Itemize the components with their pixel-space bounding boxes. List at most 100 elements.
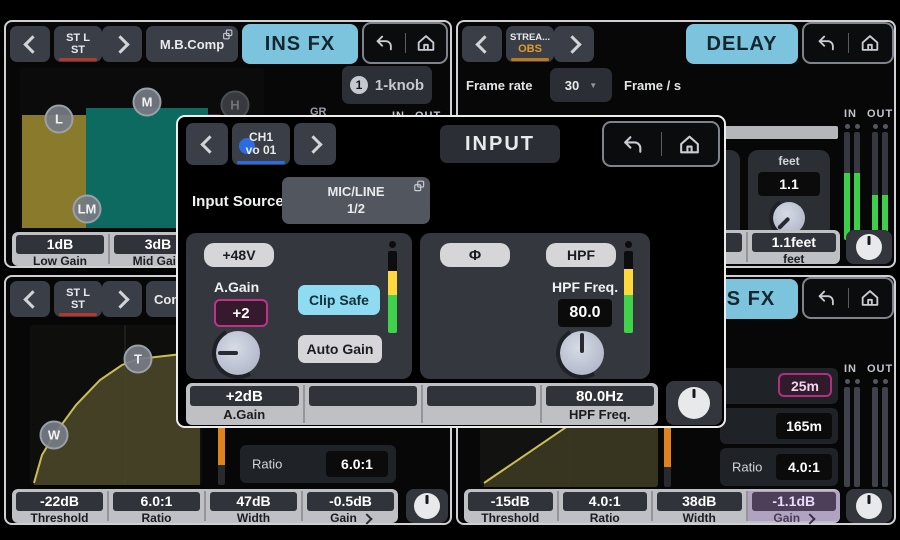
io-meter-labels: INOUT	[844, 108, 893, 120]
prev-channel-button[interactable]	[462, 26, 502, 62]
phantom-48v-button[interactable]: +48V	[204, 243, 274, 267]
prev-channel-button[interactable]	[10, 281, 50, 317]
ratio-value[interactable]: 6.0:1	[326, 451, 388, 477]
chevron-right-icon	[361, 513, 372, 524]
footer-cell-feet[interactable]: 1.1feetfeet	[748, 232, 841, 262]
home-icon	[415, 32, 437, 54]
touch-and-turn-knob-button[interactable]	[406, 489, 448, 523]
chevron-right-icon	[304, 135, 322, 153]
back-button[interactable]	[604, 123, 661, 165]
knob-icon	[414, 493, 440, 519]
again-value[interactable]: +2	[214, 299, 268, 327]
frame-rate-dropdown[interactable]: 30 ▼	[550, 68, 612, 102]
hpf-button[interactable]: HPF	[546, 243, 616, 267]
tab-delay[interactable]: DELAY	[686, 24, 798, 64]
phase-button[interactable]: Φ	[440, 243, 510, 267]
footer-cell-hpf-freq[interactable]: 80.0HzHPF Freq.	[542, 385, 659, 423]
prev-channel-button[interactable]	[10, 26, 50, 62]
back-button[interactable]	[364, 24, 405, 62]
frame-rate-unit: Frame / s	[624, 78, 681, 93]
channel-name-line2: ST	[71, 44, 85, 56]
footer-cell-gain-selected[interactable]: -1.1dBGain	[748, 491, 841, 521]
footer-cell-width[interactable]: 38dBWidth	[653, 491, 748, 521]
width-node[interactable]: W	[40, 421, 69, 450]
next-channel-button[interactable]	[294, 123, 336, 165]
next-channel-button[interactable]	[554, 26, 594, 62]
attack-row[interactable]: 25m	[720, 368, 838, 404]
channel-select-button[interactable]: ST L ST	[54, 26, 102, 62]
one-knob-label: 1-knob	[375, 77, 424, 94]
channel-select-button[interactable]: STREA... OBS	[506, 26, 554, 62]
chevron-right-icon	[804, 513, 815, 524]
ratio-label: Ratio	[252, 457, 282, 472]
ratio-row[interactable]: Ratio 4.0:1	[720, 448, 838, 486]
home-icon	[677, 132, 702, 157]
footer-cell-width[interactable]: 47dBWidth	[206, 491, 303, 521]
fx-library-button[interactable]: M.B.Comp	[146, 26, 238, 62]
feet-value[interactable]: 1.1	[758, 172, 820, 196]
footer-cell-3[interactable]	[423, 385, 542, 423]
feet-label: feet	[748, 154, 830, 168]
nav-group	[602, 121, 720, 167]
channel-name-line1: STREA...	[510, 33, 550, 43]
release-value[interactable]: 165m	[776, 413, 832, 439]
chevron-right-icon	[111, 35, 129, 53]
knob-icon	[856, 234, 882, 260]
channel-name-line1: ST L	[66, 32, 90, 44]
touch-and-turn-knob-button[interactable]	[846, 230, 892, 264]
fx-name-label: M.B.Comp	[160, 37, 224, 52]
channel-select-button[interactable]: CH1 vo 01	[232, 123, 290, 165]
back-icon	[815, 32, 837, 54]
io-meters	[844, 379, 888, 487]
touch-and-turn-knob-button[interactable]	[846, 489, 892, 523]
touch-and-turn-knob-button[interactable]	[666, 381, 722, 425]
band-node-m[interactable]: M	[133, 88, 162, 117]
home-button[interactable]	[406, 24, 447, 62]
next-channel-button[interactable]	[102, 281, 142, 317]
source-line2: 1/2	[347, 201, 365, 218]
frame-rate-label: Frame rate	[466, 78, 532, 93]
footer-cell-2[interactable]	[305, 385, 424, 423]
one-knob-button[interactable]: 1 1-knob	[342, 66, 432, 104]
next-channel-button[interactable]	[102, 26, 142, 62]
threshold-node[interactable]: T	[124, 345, 153, 374]
chevron-right-icon	[111, 290, 129, 308]
clip-safe-button[interactable]: Clip Safe	[298, 285, 380, 315]
footer-cell-again[interactable]: +2dBA.Gain	[186, 385, 305, 423]
footer-cell-threshold[interactable]: -22dBThreshold	[12, 491, 109, 521]
footer-cell-ratio[interactable]: 6.0:1Ratio	[109, 491, 206, 521]
back-button[interactable]	[804, 24, 848, 62]
footer-cell-threshold[interactable]: -15dBThreshold	[464, 491, 559, 521]
channel-name-line2: OBS	[518, 43, 542, 55]
tab-ins-fx[interactable]: INS FX	[242, 24, 358, 64]
prev-channel-button[interactable]	[186, 123, 228, 165]
chevron-left-icon	[23, 35, 41, 53]
home-button[interactable]	[662, 123, 719, 165]
hpf-knob[interactable]	[560, 331, 604, 375]
channel-select-button[interactable]: ST L ST	[54, 281, 102, 317]
ratio-row[interactable]: Ratio 6.0:1	[240, 445, 396, 483]
footer-cell-gain[interactable]: -0.5dBGain	[303, 491, 398, 521]
chevron-right-icon	[563, 35, 581, 53]
auto-gain-button[interactable]: Auto Gain	[298, 335, 382, 363]
chevron-left-icon	[475, 35, 493, 53]
input-source-button[interactable]: MIC/LINE 1/2	[282, 177, 430, 224]
again-knob[interactable]	[216, 331, 260, 375]
home-button[interactable]	[849, 279, 893, 317]
home-button[interactable]	[849, 24, 893, 62]
nav-group	[362, 22, 448, 64]
back-button[interactable]	[804, 279, 848, 317]
home-icon	[859, 32, 881, 54]
hpf-freq-value[interactable]: 80.0	[558, 299, 612, 327]
release-row[interactable]: 165m	[720, 408, 838, 444]
attack-value[interactable]: 25m	[778, 373, 832, 397]
band-node-l[interactable]: L	[45, 105, 74, 134]
copy-icon	[222, 29, 234, 41]
ratio-value[interactable]: 4.0:1	[776, 454, 832, 480]
footer-cell-ratio[interactable]: 4.0:1Ratio	[559, 491, 654, 521]
nav-group	[802, 277, 894, 319]
band-node-lm[interactable]: LM	[73, 195, 102, 224]
hpf-level-meter	[623, 241, 633, 333]
dropdown-caret-icon: ▼	[589, 81, 597, 90]
footer-cell-low-gain[interactable]: 1dBLow Gain	[12, 234, 110, 264]
